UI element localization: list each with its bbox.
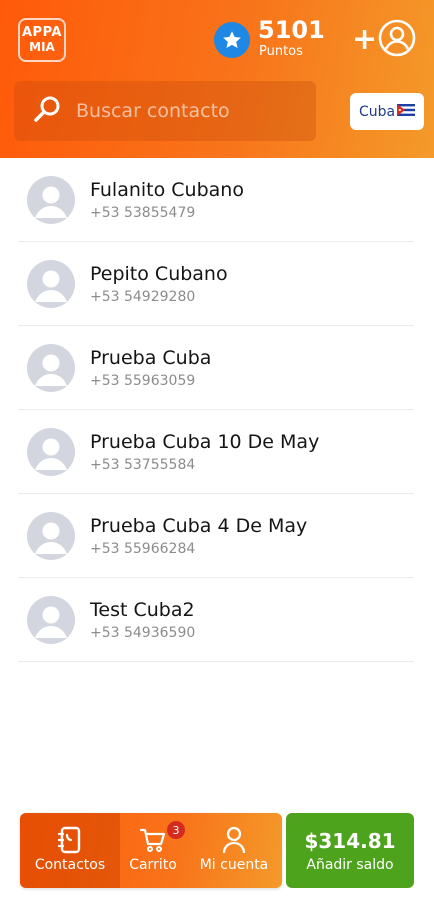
nav-cart-label: Carrito (129, 857, 177, 873)
user-circle-icon (378, 19, 416, 61)
avatar-icon (27, 512, 75, 560)
country-label: Cuba (358, 103, 396, 120)
avatar-icon (27, 428, 75, 476)
nav-cart[interactable]: 3 Carrito (120, 813, 186, 888)
avatar-icon (27, 176, 75, 224)
points-label: Puntos (259, 44, 303, 59)
nav-contacts[interactable]: Contactos (20, 813, 120, 888)
contact-phone: +53 53855479 (90, 205, 196, 221)
contact-name: Pepito Cubano (90, 263, 228, 285)
avatar-icon (27, 260, 75, 308)
country-selector[interactable]: Cuba (350, 93, 424, 130)
contact-row[interactable]: Prueba Cuba 10 De May +53 53755584 (18, 410, 414, 494)
contact-name: Prueba Cuba 10 De May (90, 431, 320, 453)
contact-name: Prueba Cuba (90, 347, 212, 369)
add-balance-label: Añadir saldo (306, 857, 394, 873)
avatar-icon (27, 596, 75, 644)
contact-name: Fulanito Cubano (90, 179, 244, 201)
contact-phone: +53 55966284 (90, 541, 196, 557)
user-icon (220, 825, 248, 855)
contact-row[interactable]: Prueba Cuba 4 De May +53 55966284 (18, 494, 414, 578)
app-logo: APPA MIA (18, 18, 66, 62)
cart-badge: 3 (167, 821, 185, 839)
logo-line-2: MIA (29, 40, 55, 54)
add-account-button[interactable]: + (352, 19, 416, 61)
star-icon[interactable] (214, 22, 250, 58)
header: APPA MIA 5101 Puntos + Cuba (0, 0, 434, 158)
cuba-flag-icon (397, 103, 416, 120)
search-input[interactable] (76, 100, 306, 122)
contact-phone: +53 54929280 (90, 289, 196, 305)
contact-row[interactable]: Prueba Cuba +53 55963059 (18, 326, 414, 410)
cart-icon (138, 825, 168, 855)
plus-icon: + (352, 22, 378, 57)
search-icon (32, 94, 62, 128)
contact-row[interactable]: Test Cuba2 +53 54936590 (18, 578, 414, 662)
contact-phone: +53 55963059 (90, 373, 196, 389)
contact-name: Test Cuba2 (90, 599, 195, 621)
contact-phone: +53 53755584 (90, 457, 196, 473)
contacts-icon (56, 825, 84, 855)
add-balance-button[interactable]: $314.81 Añadir saldo (286, 813, 414, 888)
contact-row[interactable]: Pepito Cubano +53 54929280 (18, 242, 414, 326)
avatar-icon (27, 344, 75, 392)
contact-phone: +53 54936590 (90, 625, 196, 641)
nav-account[interactable]: Mi cuenta (186, 813, 282, 888)
search-bar[interactable] (14, 81, 316, 141)
logo-line-1: APPA (22, 25, 62, 40)
contact-row[interactable]: Fulanito Cubano +53 53855479 (18, 158, 414, 242)
nav-account-label: Mi cuenta (199, 857, 269, 873)
points-value: 5101 (258, 16, 325, 44)
bottom-nav: Contactos 3 Carrito Mi cuenta (20, 813, 282, 888)
contact-name: Prueba Cuba 4 De May (90, 515, 308, 537)
balance-amount: $314.81 (304, 829, 396, 853)
nav-contacts-label: Contactos (34, 857, 106, 873)
